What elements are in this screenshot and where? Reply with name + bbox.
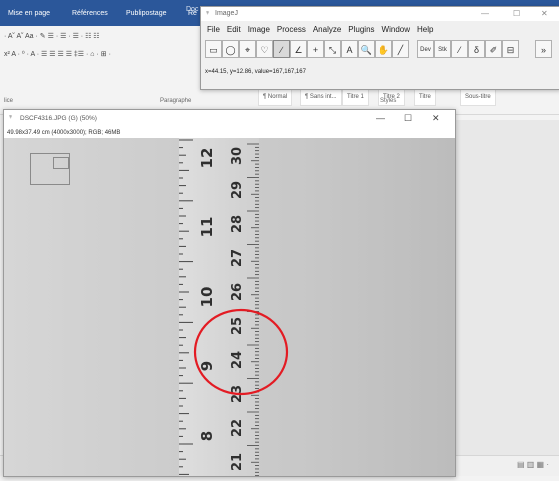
line-tool-icon[interactable]: ∕ (273, 40, 290, 58)
cm-label: 22 (230, 419, 245, 437)
image-close-icon[interactable]: ✕ (432, 113, 440, 124)
inch-label: 9 (198, 361, 216, 371)
freehand-tool-icon[interactable]: ♡ (256, 40, 273, 58)
menu-file[interactable]: File (207, 25, 220, 34)
pencil-tool-icon[interactable]: ✐ (485, 40, 502, 58)
point-tool-icon[interactable]: + (307, 40, 324, 58)
image-window-icon: ♆ (8, 114, 14, 121)
image-window-title: DSCF4316.JPG (G) (50%) (20, 115, 97, 122)
menu-analyze[interactable]: Analyze (313, 25, 341, 34)
menu-image[interactable]: Image (248, 25, 270, 34)
hand-tool-icon[interactable]: ✋ (375, 40, 392, 58)
menu-help[interactable]: Help (417, 25, 433, 34)
imagej-toolbar: ▭ ◯ ⌖ ♡ ∕ ∠ + ⤡ A 🔍 ✋ ╱ Dev Stk ⁄ δ ✐ ⊟ … (205, 40, 559, 62)
menu-process[interactable]: Process (277, 25, 306, 34)
group-label-police: lice (4, 98, 14, 104)
zoom-navigator[interactable] (30, 153, 70, 185)
imagej-menubar: File Edit Image Process Analyze Plugins Window… (207, 25, 440, 37)
inch-label: 8 (198, 431, 216, 441)
cm-label: 21 (230, 453, 245, 471)
menu-edit[interactable]: Edit (227, 25, 241, 34)
ruler-photo: 12111098 30292827262524232221 (4, 138, 455, 477)
magnifier-tool-icon[interactable]: 🔍 (358, 40, 375, 58)
image-window-titlebar[interactable]: ♆ DSCF4316.JPG (G) (50%) — ☐ ✕ (4, 110, 455, 128)
cm-label: 27 (230, 249, 245, 267)
imagej-status-bar: x=44.15, y=12.86, value=167,167,167 (205, 69, 306, 75)
tab-references[interactable]: Références (72, 10, 108, 17)
cm-label: 28 (230, 215, 245, 233)
dropper-tool-icon[interactable]: ╱ (392, 40, 409, 58)
imagej-window: ♆ ImageJ — ☐ ✕ File Edit Image Process Analy… (200, 6, 559, 90)
zoom-navigator-viewport (53, 157, 69, 169)
paragraph-controls-row[interactable]: x² A · ⁰ · A · ☰ ☰ ☰ ☰ ‡☰ · ⌂ · ⊞ · (4, 50, 111, 58)
group-label-styles: Styles (380, 98, 397, 104)
menu-plugins[interactable]: Plugins (348, 25, 374, 34)
tab-publipostage[interactable]: Publipostage (126, 10, 166, 17)
oval-tool-icon[interactable]: ◯ (222, 40, 239, 58)
image-minimize-icon[interactable]: — (376, 113, 385, 123)
imagej-microscope-icon: ♆ (205, 10, 211, 17)
font-controls-row[interactable]: · A˘ A˘ Aa · ✎ ☰ · ☰ · ☰ · ☷ ☷ (4, 32, 100, 40)
inch-label: 11 (198, 217, 216, 238)
imagej-maximize-icon[interactable]: ☐ (513, 9, 520, 18)
group-label-paragraphe: Paragraphe (160, 98, 192, 104)
imagej-title: ImageJ (215, 10, 238, 17)
view-icons[interactable]: ▤ ▥ ▦ · (517, 460, 549, 469)
imagej-close-icon[interactable]: ✕ (541, 9, 548, 18)
cm-label: 24 (230, 351, 245, 369)
cm-label: 26 (230, 283, 245, 301)
cm-label: 25 (230, 317, 245, 335)
stk-tool-icon[interactable]: Stk (434, 40, 451, 58)
tab-review[interactable]: Ré (188, 10, 197, 17)
style-normal[interactable]: ¶ Normal (258, 88, 293, 106)
style-titre-1[interactable]: Titre 1 (342, 88, 369, 106)
brush-tool-icon[interactable]: ⁄ (451, 40, 468, 58)
angle-tool-icon[interactable]: ∠ (290, 40, 307, 58)
menu-window[interactable]: Window (382, 25, 410, 34)
style-titre[interactable]: Titre (414, 88, 436, 106)
image-window: ♆ DSCF4316.JPG (G) (50%) — ☐ ✕ 49.98x37.… (3, 109, 456, 477)
image-maximize-icon[interactable]: ☐ (404, 113, 412, 124)
ruler-body (179, 138, 259, 476)
image-info-line: 49.98x37.49 cm (4000x3000); RGB; 46MB (7, 130, 121, 136)
document-area (455, 120, 559, 455)
polygon-tool-icon[interactable]: ⌖ (239, 40, 256, 58)
imagej-minimize-icon[interactable]: — (481, 9, 489, 18)
cm-label: 29 (230, 181, 245, 199)
delta-tool-icon[interactable]: δ (468, 40, 485, 58)
inch-label: 10 (198, 287, 216, 308)
lut-tool-icon[interactable]: ⊟ (502, 40, 519, 58)
text-tool-icon[interactable]: A (341, 40, 358, 58)
wand-tool-icon[interactable]: ⤡ (324, 40, 341, 58)
imagej-titlebar[interactable]: ♆ ImageJ — ☐ ✕ (201, 7, 559, 21)
rectangle-tool-icon[interactable]: ▭ (205, 40, 222, 58)
tab-mise-en-page[interactable]: Mise en page (8, 10, 50, 17)
cm-label: 30 (230, 147, 245, 165)
more-tools-icon[interactable]: » (535, 40, 552, 58)
style-sans-interligne[interactable]: ¶ Sans int... (300, 88, 342, 106)
inch-label: 12 (198, 148, 216, 169)
dev-tool-icon[interactable]: Dev (417, 40, 434, 58)
image-canvas[interactable]: 12 11 10 9 8 30 29 28 27 26 25 24 23 22 21 (4, 138, 455, 477)
style-sous-titre[interactable]: Sous-titre (460, 88, 496, 106)
